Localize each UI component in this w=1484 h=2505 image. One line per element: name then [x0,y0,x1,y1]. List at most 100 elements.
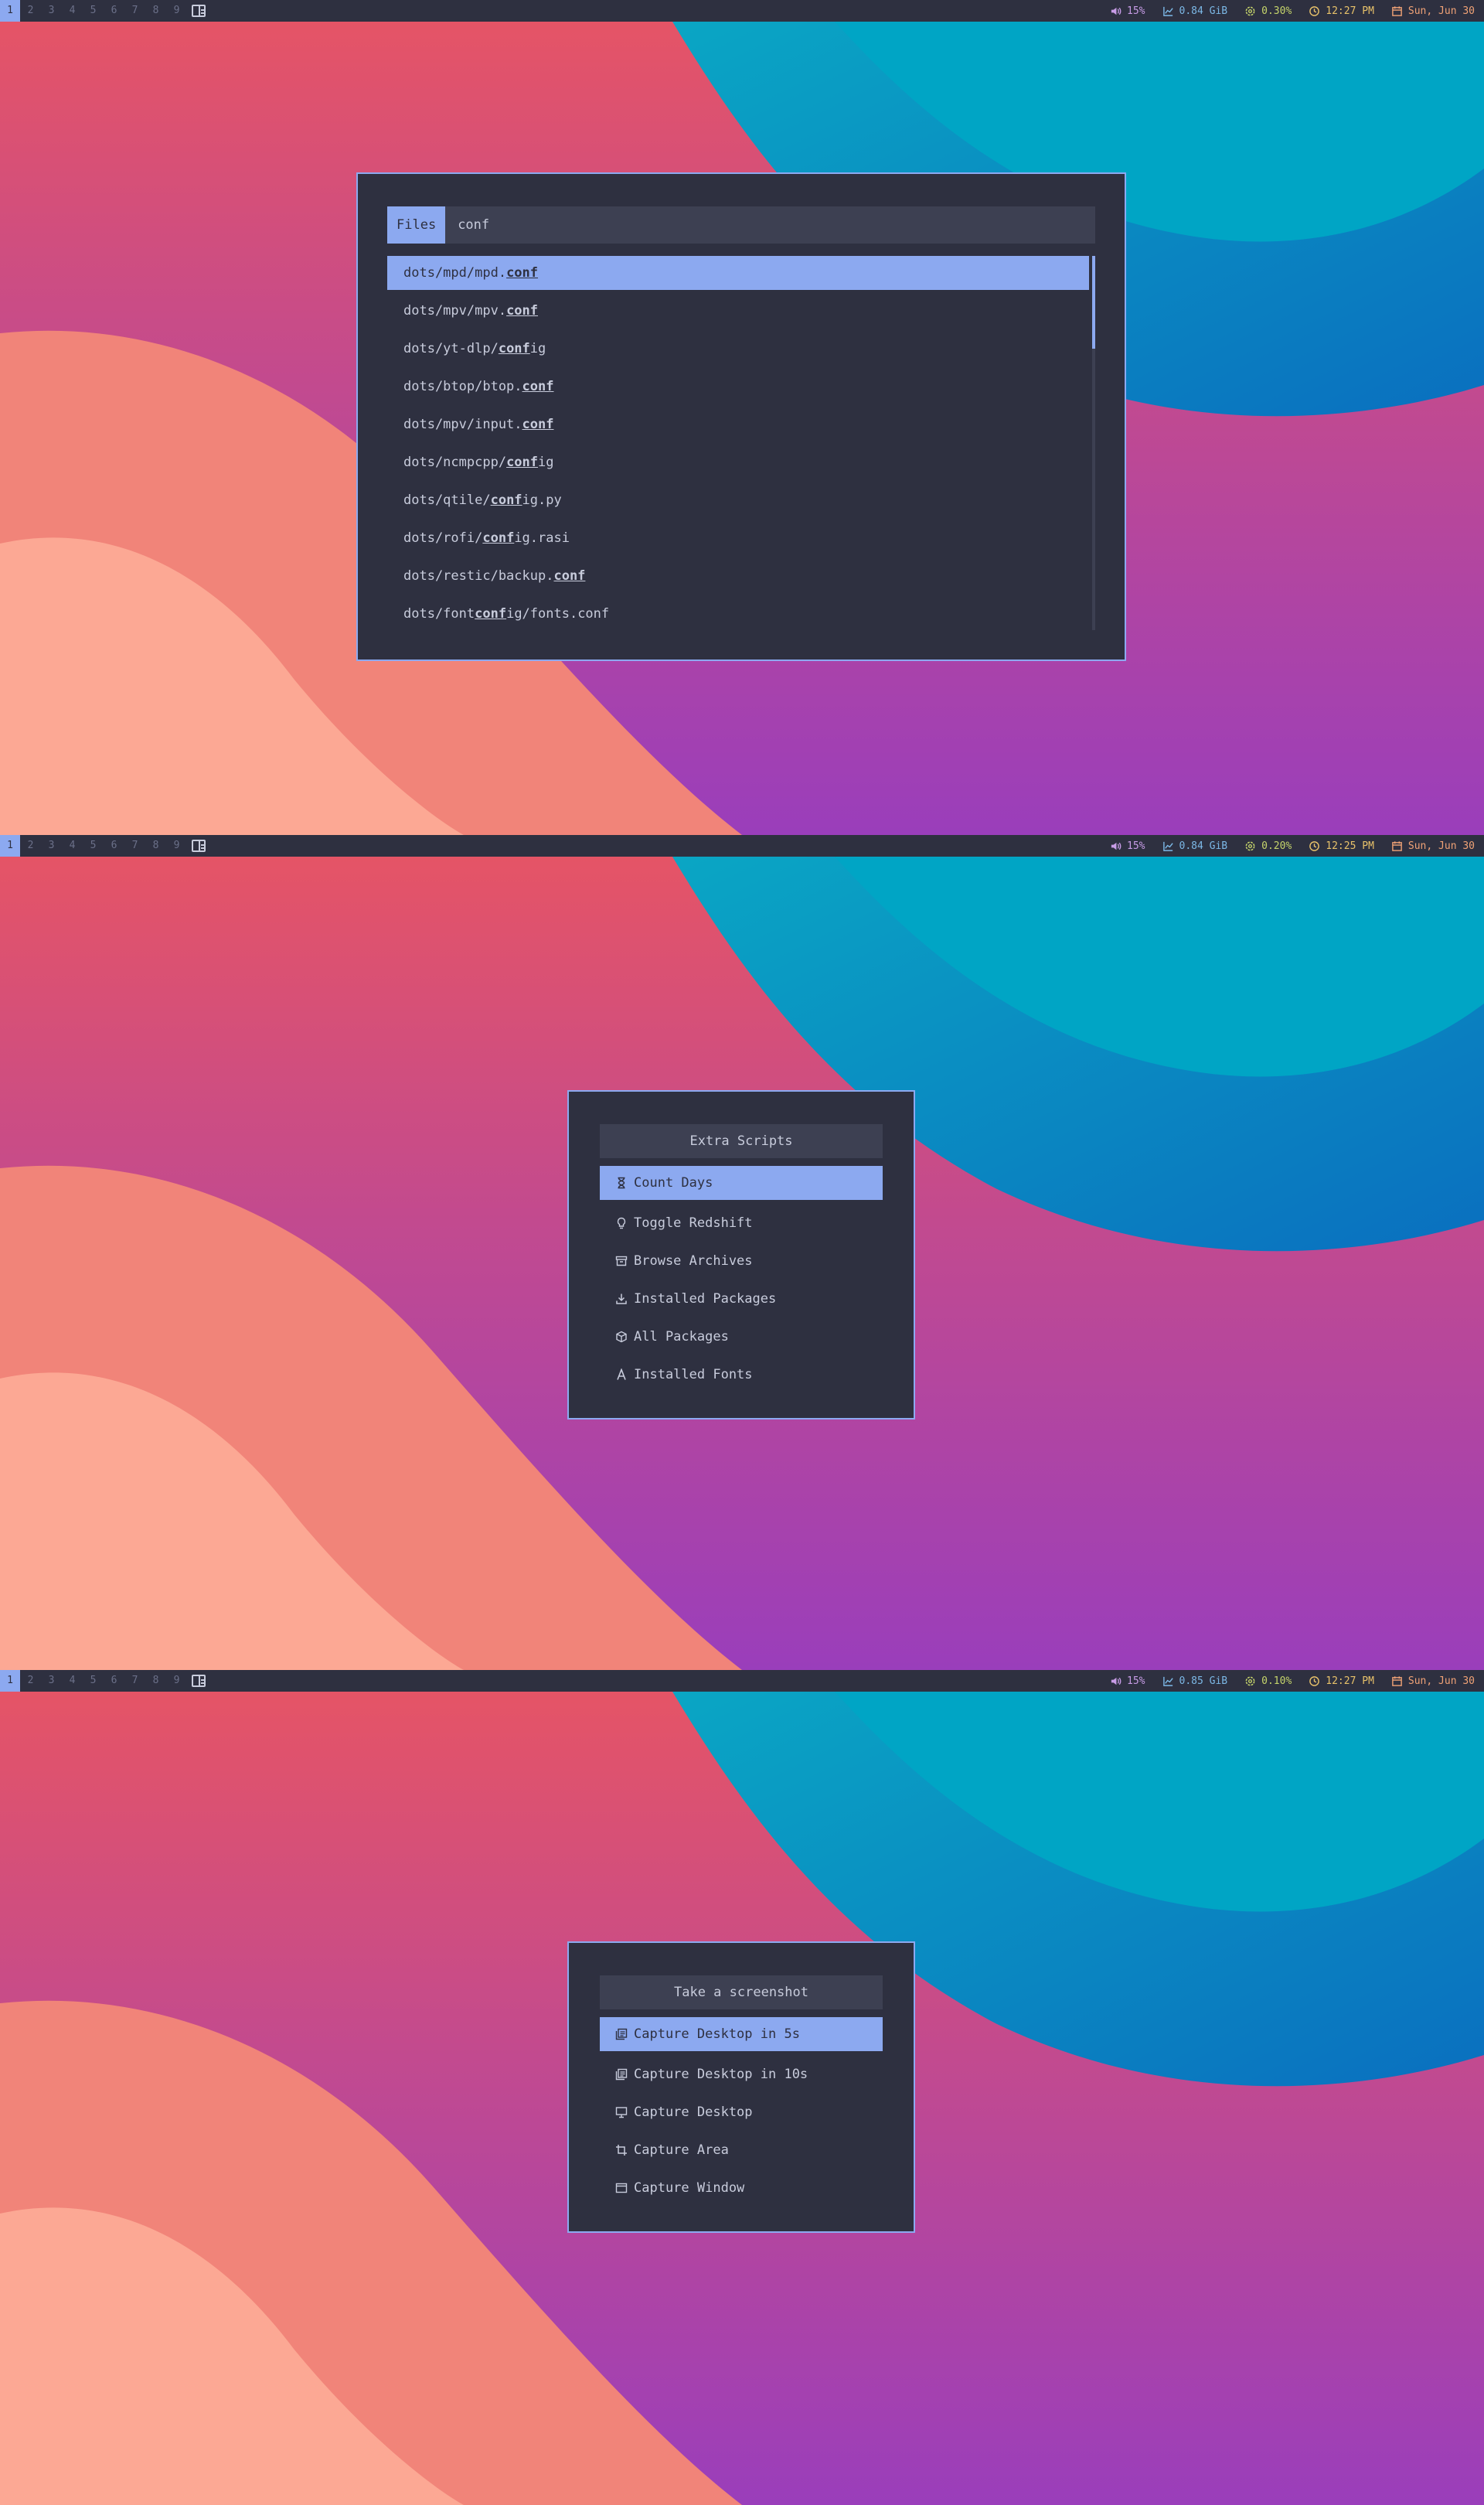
menu-item-label: Installed Fonts [634,1366,753,1382]
volume-icon [1111,1677,1122,1685]
calendar-icon [1392,1675,1402,1686]
menu-item-label: Capture Desktop in 10s [634,2066,808,2082]
memory-value: 0.85 GiB [1179,1675,1228,1687]
workspace-7[interactable]: 7 [124,1670,145,1692]
result-prefix: dots/mpd/mpd. [403,265,507,281]
workspace-2[interactable]: 2 [20,835,41,857]
workspace-8[interactable]: 8 [145,1670,166,1692]
finder-result-item[interactable]: dots/yt-dlp/config [387,332,1089,370]
menu-item-label: Toggle Redshift [634,1215,753,1231]
menu-item-label: Count Days [634,1175,713,1191]
menu-item-capture-desktop-10s[interactable]: Capture Desktop in 10s [600,2055,883,2093]
date-widget: Sun, Jun 30 [1391,840,1475,852]
workspace-9[interactable]: 9 [166,1670,187,1692]
result-prefix: dots/yt-dlp/ [403,341,499,356]
workspace-4[interactable]: 4 [62,835,83,857]
window-icon [615,2183,628,2193]
finder-result-item[interactable]: dots/mpd/mpd.conf [387,256,1089,290]
menu-item-label: Capture Desktop [634,2104,753,2120]
cpu-widget: 0.10% [1244,1675,1292,1687]
workspace-8[interactable]: 8 [145,835,166,857]
finder-prompt: Files [387,206,446,244]
clock-icon [1309,840,1320,851]
screen-files: 123456789 15% 0.84 GiB 0.30% 12:27 PM Su… [0,0,1484,835]
workspace-4[interactable]: 4 [62,0,83,22]
workspace-list: 123456789 [0,1670,187,1692]
volume-widget[interactable]: 15% [1110,1675,1145,1687]
chart-line-icon [1162,1676,1173,1686]
menu-item-all-packages[interactable]: All Packages [600,1317,883,1355]
menu-item-capture-area[interactable]: Capture Area [600,2131,883,2169]
volume-widget[interactable]: 15% [1110,840,1145,852]
menu-item-count-days[interactable]: Count Days [600,1166,883,1200]
workspace-3[interactable]: 3 [41,835,62,857]
workspace-2[interactable]: 2 [20,1670,41,1692]
date-widget: Sun, Jun 30 [1391,5,1475,17]
menu-item-capture-desktop-5s[interactable]: Capture Desktop in 5s [600,2017,883,2051]
workspace-9[interactable]: 9 [166,0,187,22]
result-match: conf [482,530,515,546]
cpu-value: 0.30% [1261,5,1292,17]
workspace-2[interactable]: 2 [20,0,41,22]
workspace-6[interactable]: 6 [104,835,124,857]
columns-layout-icon[interactable] [192,1675,206,1687]
columns-layout-icon[interactable] [192,5,206,17]
menu-item-installed-packages[interactable]: Installed Packages [600,1280,883,1317]
workspace-1[interactable]: 1 [0,0,20,22]
menu-item-label: Capture Desktop in 5s [634,2026,800,2042]
menu-item-browse-archives[interactable]: Browse Archives [600,1242,883,1280]
cpu-value: 0.10% [1261,1675,1292,1687]
finder-result-item[interactable]: dots/btop/btop.conf [387,370,1089,407]
timer-screenshot-icon [615,2028,628,2040]
result-match: conf [490,492,522,508]
result-prefix: dots/qtile/ [403,492,491,508]
screen-screenshot: 123456789 15% 0.85 GiB 0.10% 12:27 PM Su… [0,1670,1484,2505]
screen-extra-scripts: 123456789 15% 0.84 GiB 0.20% 12:25 PM Su… [0,835,1484,1670]
result-prefix: dots/ncmpcpp/ [403,455,507,470]
workspace-5[interactable]: 5 [83,1670,104,1692]
result-suffix: ig.py [522,492,562,508]
workspace-8[interactable]: 8 [145,0,166,22]
cpu-gear-icon [1245,841,1255,850]
menu-item-capture-window[interactable]: Capture Window [600,2169,883,2207]
menu-item-toggle-redshift[interactable]: Toggle Redshift [600,1204,883,1242]
finder-input-row[interactable]: Files conf [387,206,1095,244]
workspace-4[interactable]: 4 [62,1670,83,1692]
finder-result-item[interactable]: dots/ncmpcpp/config [387,445,1089,483]
finder-result-item[interactable]: dots/mpv/input.conf [387,407,1089,445]
workspace-7[interactable]: 7 [124,0,145,22]
workspace-3[interactable]: 3 [41,0,62,22]
workspace-1[interactable]: 1 [0,835,20,857]
workspace-3[interactable]: 3 [41,1670,62,1692]
workspace-9[interactable]: 9 [166,835,187,857]
volume-widget[interactable]: 15% [1110,5,1145,17]
status-area: 15% 0.84 GiB 0.20% 12:25 PM Sun, Jun 30 [1110,840,1484,852]
finder-scrollbar-thumb[interactable] [1092,256,1095,349]
menu-item-label: Browse Archives [634,1252,753,1269]
workspace-list: 123456789 [0,0,187,22]
result-match: conf [506,455,539,470]
workspace-1[interactable]: 1 [0,1670,20,1692]
menu-item-capture-desktop[interactable]: Capture Desktop [600,2093,883,2131]
workspace-5[interactable]: 5 [83,835,104,857]
result-suffix: ig [529,341,546,356]
menu-item-installed-fonts[interactable]: Installed Fonts [600,1355,883,1393]
finder-result-item[interactable]: dots/rofi/config.rasi [387,521,1089,559]
finder-scrollbar[interactable] [1092,256,1095,630]
finder-result-item[interactable]: dots/mpv/mpv.conf [387,294,1089,332]
workspace-6[interactable]: 6 [104,0,124,22]
finder-query-input[interactable]: conf [458,217,489,233]
result-prefix: dots/font [403,606,475,622]
workspace-6[interactable]: 6 [104,1670,124,1692]
menu-item-label: Capture Area [634,2142,729,2158]
workspace-5[interactable]: 5 [83,0,104,22]
finder-result-item[interactable]: dots/fontconfig/fonts.conf [387,597,1089,635]
finder-result-item[interactable]: dots/qtile/config.py [387,483,1089,521]
date-widget: Sun, Jun 30 [1391,1675,1475,1687]
download-icon [616,1293,627,1304]
workspace-7[interactable]: 7 [124,835,145,857]
package-icon [616,1331,627,1342]
finder-result-item[interactable]: dots/restic/backup.conf [387,559,1089,597]
clock-value: 12:25 PM [1326,840,1374,852]
columns-layout-icon[interactable] [192,840,206,852]
